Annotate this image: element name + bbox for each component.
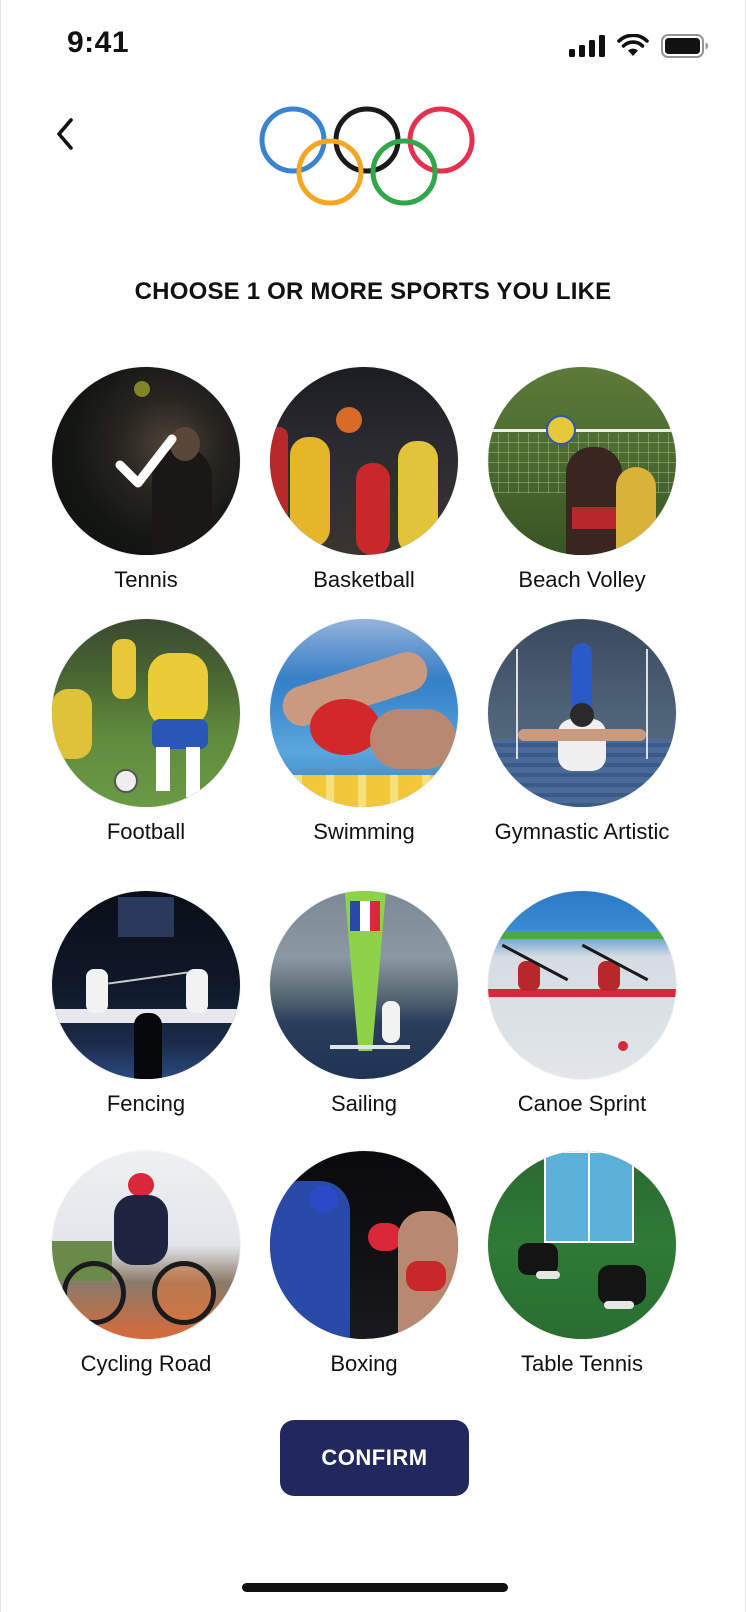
sport-sailing[interactable]: Sailing	[254, 891, 474, 1117]
checkmark-icon	[115, 434, 177, 488]
sport-table-tennis[interactable]: Table Tennis	[472, 1151, 692, 1377]
sport-image	[52, 1151, 240, 1339]
sport-image	[270, 619, 458, 807]
sport-canoe-sprint[interactable]: Canoe Sprint	[472, 891, 692, 1117]
sport-image	[270, 1151, 458, 1339]
sport-swimming[interactable]: Swimming	[254, 619, 474, 845]
page-title: CHOOSE 1 OR MORE SPORTS YOU LIKE	[134, 278, 612, 305]
status-time: 9:41	[67, 26, 130, 59]
sport-label: Tennis	[114, 567, 178, 592]
sport-fencing[interactable]: Fencing	[36, 891, 256, 1117]
sport-image	[270, 891, 458, 1079]
sport-label: Boxing	[330, 1351, 398, 1376]
sport-label: Basketball	[313, 567, 415, 592]
sport-tennis[interactable]: Tennis	[36, 367, 256, 593]
olympic-rings-logo	[259, 106, 475, 206]
sport-label: Canoe Sprint	[517, 1091, 647, 1116]
chevron-left-icon	[57, 118, 73, 150]
screen: 9:41 CHOOSE 1 OR MORE SPORTS YOU LIKE Te…	[0, 0, 746, 1612]
sport-image	[52, 367, 240, 555]
signal-bars-icon	[569, 35, 605, 62]
sport-label: Sailing	[330, 1091, 398, 1116]
back-button[interactable]	[45, 112, 85, 156]
home-indicator	[242, 1583, 508, 1592]
sport-image	[52, 619, 240, 807]
sport-image	[270, 367, 458, 555]
sport-cycling-road[interactable]: Cycling Road	[36, 1151, 256, 1377]
sport-gymnastic-artistic[interactable]: Gymnastic Artistic	[472, 619, 692, 845]
confirm-button[interactable]: CONFIRM	[280, 1420, 469, 1496]
sport-image	[52, 891, 240, 1079]
sport-label: Cycling Road	[80, 1351, 212, 1376]
sport-image	[488, 367, 676, 555]
sport-image	[488, 619, 676, 807]
sport-beach-volley[interactable]: Beach Volley	[472, 367, 692, 593]
sport-basketball[interactable]: Basketball	[254, 367, 474, 593]
sport-football[interactable]: Football	[36, 619, 256, 845]
battery-icon	[661, 34, 709, 63]
sport-boxing[interactable]: Boxing	[254, 1151, 474, 1377]
sport-label: Football	[106, 819, 186, 844]
sport-image	[488, 891, 676, 1079]
sport-label: Fencing	[106, 1091, 186, 1116]
sport-label: Beach Volley	[518, 567, 646, 592]
sport-label: Swimming	[313, 819, 415, 844]
status-icons	[569, 33, 709, 63]
sport-label: Table Tennis	[521, 1351, 643, 1376]
sport-label: Gymnastic Artistic	[494, 819, 670, 844]
sport-image	[488, 1151, 676, 1339]
wifi-icon	[617, 33, 649, 63]
